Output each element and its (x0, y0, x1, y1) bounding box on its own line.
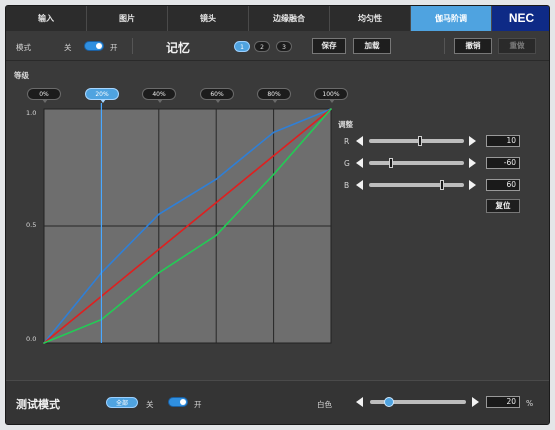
series-point-0-3 (215, 178, 217, 180)
tab-picture[interactable]: 图片 (87, 6, 168, 31)
decrease-g-icon[interactable] (356, 158, 363, 168)
slider-b-value[interactable]: 60 (486, 179, 520, 191)
slider-r-label: R (344, 137, 350, 146)
series-point-2-0 (43, 342, 45, 344)
increase-white-icon[interactable] (472, 397, 479, 407)
slider-g: G -60 (344, 157, 544, 169)
load-button[interactable]: 加载 (353, 38, 391, 54)
series-point-1-2 (158, 248, 160, 251)
redo-button[interactable]: 重做 (498, 38, 536, 54)
tab-input[interactable]: 输入 (6, 6, 87, 31)
memory-slot-3[interactable]: 3 (276, 41, 292, 52)
slider-r: R 10 (344, 135, 544, 147)
series-point-1-4 (272, 155, 275, 157)
slider-g-thumb[interactable] (388, 158, 393, 168)
gamma-chart[interactable] (6, 62, 550, 362)
test-off-label: 关 (146, 400, 154, 409)
memory-slot-2[interactable]: 2 (254, 41, 270, 52)
mode-off-label: 关 (64, 43, 72, 52)
slider-b: B 60 (344, 179, 544, 191)
tab-uniformity[interactable]: 均匀性 (330, 6, 411, 31)
gamma-window: 输入 图片 镜头 边缘融合 均匀性 伽马阶调 NEC 模式 关 开 记忆 1 2… (5, 5, 550, 425)
tab-gamma[interactable]: 伽马阶调 (411, 6, 492, 31)
slider-b-label: B (344, 181, 350, 190)
mode-on-label: 开 (110, 43, 118, 52)
tab-edge-blend[interactable]: 边缘融合 (249, 6, 330, 31)
series-point-2-3 (215, 234, 217, 237)
undo-button[interactable]: 撤销 (454, 38, 492, 54)
series-point-2-4 (272, 173, 275, 176)
mode-toggle[interactable] (84, 41, 104, 51)
slider-g-track[interactable] (369, 161, 464, 165)
test-all-button[interactable]: 全部 (106, 397, 138, 408)
slider-g-label: G (344, 159, 350, 168)
white-slider-thumb[interactable] (384, 397, 395, 407)
test-mode-title: 测试模式 (16, 398, 60, 411)
series-point-2-2 (158, 272, 160, 274)
memory-title: 记忆 (166, 41, 191, 55)
tab-bar: 输入 图片 镜头 边缘融合 均匀性 伽马阶调 NEC (6, 6, 549, 31)
nec-logo: NEC (492, 6, 549, 31)
series-point-1-3 (215, 201, 217, 204)
memory-slot-1[interactable]: 1 (234, 41, 250, 52)
save-button[interactable]: 保存 (312, 38, 346, 54)
series-point-2-5 (330, 108, 332, 110)
slider-b-track[interactable] (369, 183, 464, 187)
increase-r-icon[interactable] (469, 136, 476, 146)
slider-r-track[interactable] (369, 139, 464, 143)
divider (132, 38, 133, 54)
tab-lens[interactable]: 镜头 (168, 6, 249, 31)
slider-r-value[interactable]: 10 (486, 135, 520, 147)
divider (444, 38, 445, 54)
decrease-white-icon[interactable] (356, 397, 363, 407)
decrease-b-icon[interactable] (356, 180, 363, 190)
increase-g-icon[interactable] (469, 158, 476, 168)
white-label: 白色 (317, 400, 332, 409)
test-mode-bar: 测试模式 全部 关 开 白色 20 % (6, 380, 549, 424)
white-value[interactable]: 20 (486, 396, 520, 408)
decrease-r-icon[interactable] (356, 136, 363, 146)
slider-g-value[interactable]: -60 (486, 157, 520, 169)
toolbar: 模式 关 开 记忆 1 2 3 保存 加载 撤销 重做 (6, 31, 549, 61)
test-mode-toggle[interactable] (168, 397, 188, 407)
increase-b-icon[interactable] (469, 180, 476, 190)
slider-b-thumb[interactable] (440, 180, 445, 190)
series-point-0-4 (272, 131, 275, 134)
toggle-knob (96, 43, 102, 49)
mode-label: 模式 (16, 43, 31, 52)
adjust-title: 调整 (338, 120, 353, 129)
reset-button[interactable]: 复位 (486, 199, 520, 213)
test-on-label: 开 (194, 400, 202, 409)
slider-r-thumb[interactable] (418, 136, 423, 146)
percent-unit: % (526, 399, 534, 408)
series-point-0-2 (158, 213, 160, 216)
toggle-knob (180, 399, 186, 405)
